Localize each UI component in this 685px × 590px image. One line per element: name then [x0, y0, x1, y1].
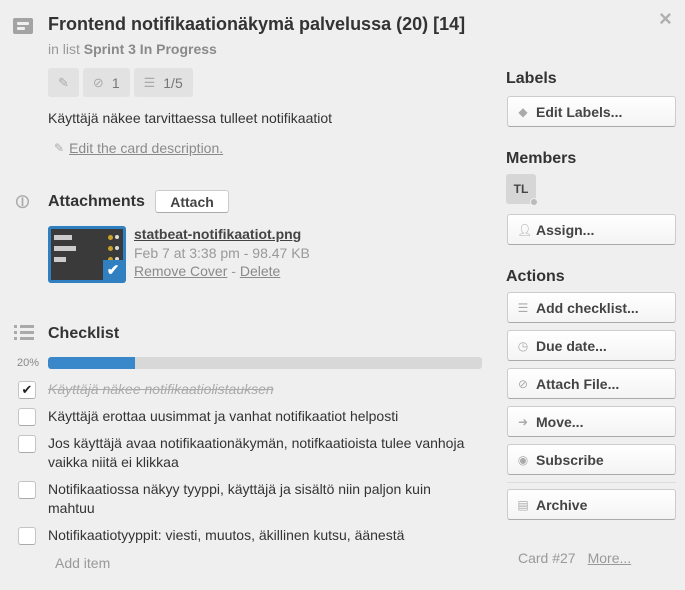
card-footer: Card #27 More...	[518, 550, 631, 566]
more-link[interactable]: More...	[588, 550, 632, 566]
thumb-dot	[115, 235, 119, 239]
checklist-item-text[interactable]: Jos käyttäjä avaa notifikaationäkymän, n…	[48, 434, 478, 472]
close-icon[interactable]: ×	[659, 6, 672, 32]
tag-icon: ◆	[518, 104, 528, 119]
checkmark-icon: ✔	[21, 382, 33, 397]
checklist-progress-bar	[48, 357, 482, 369]
due-date-button[interactable]: ◷ Due date...	[507, 330, 676, 361]
checklist-heading[interactable]: Checklist	[48, 325, 119, 343]
attachment-links: Remove Cover - Delete	[134, 263, 280, 279]
actions-heading: Actions	[506, 268, 565, 285]
subscribe-button[interactable]: ◉ Subscribe	[507, 444, 676, 475]
move-button[interactable]: ➜ Move...	[507, 406, 676, 437]
list-name[interactable]: Sprint 3 In Progress	[84, 41, 217, 57]
checklist-items: ✔ Käyttäjä näkee notifikaatiolistauksen …	[18, 380, 478, 553]
edit-labels-button[interactable]: ◆ Edit Labels...	[507, 96, 676, 127]
pencil-icon: ✎	[58, 74, 69, 90]
cover-check-icon: ✔	[103, 260, 123, 280]
thumb-dot	[115, 246, 119, 250]
assign-label: Assign...	[536, 221, 595, 238]
badge-checklist-count: 1/5	[163, 74, 183, 91]
attachment-filename[interactable]: statbeat-notifikaatiot.png	[134, 226, 301, 242]
checklist-item: ✔ Käyttäjä näkee notifikaatiolistauksen	[18, 380, 478, 399]
thumb-row	[54, 246, 76, 251]
add-checklist-label: Add checklist...	[536, 299, 639, 316]
archive-button[interactable]: ▤ Archive	[507, 489, 676, 520]
badges: ✎ ⊘ 1 ☰ 1/5	[48, 68, 193, 97]
avatar-initials: TL	[513, 182, 529, 196]
arrow-right-icon: ➜	[517, 414, 529, 429]
status-dot-icon	[530, 198, 538, 206]
divider	[507, 482, 676, 483]
checklist-item-text[interactable]: Käyttäjä näkee notifikaatiolistauksen	[48, 380, 274, 399]
checklist-checkbox[interactable]	[18, 527, 36, 545]
checklist-icon: ☰	[517, 300, 529, 315]
thumb-dot	[108, 246, 113, 251]
checklist-progress-fill	[48, 357, 135, 369]
card-icon	[13, 18, 33, 34]
paperclip-icon: ⊘	[517, 376, 529, 391]
in-list-label: in list Sprint 3 In Progress	[48, 41, 217, 57]
checklist-icon: ☰	[143, 74, 156, 90]
link-separator: -	[227, 263, 240, 279]
add-checklist-button[interactable]: ☰ Add checklist...	[507, 292, 676, 323]
avatar[interactable]: TL	[506, 174, 538, 206]
assign-button[interactable]: 👤︎ Assign...	[507, 214, 676, 245]
checklist-icon	[14, 324, 34, 340]
checklist-checkbox[interactable]	[18, 435, 36, 453]
attachment-meta: Feb 7 at 3:38 pm - 98.47 KB	[134, 245, 310, 261]
attach-file-button[interactable]: ⊘ Attach File...	[507, 368, 676, 399]
card-description: Käyttäjä näkee tarvittaessa tulleet noti…	[48, 110, 333, 126]
badge-checklist: ☰ 1/5	[133, 68, 193, 97]
remove-cover-link[interactable]: Remove Cover	[134, 263, 227, 279]
thumbnail-image: ✔	[51, 229, 123, 280]
checklist-item-text[interactable]: Käyttäjä erottaa uusimmat ja vanhat noti…	[48, 407, 398, 426]
checklist-progress-label: 20%	[17, 357, 40, 369]
due-date-label: Due date...	[536, 337, 607, 354]
thumb-row	[54, 257, 66, 262]
archive-label: Archive	[536, 496, 588, 513]
badge-attachments-count: 1	[111, 74, 120, 91]
badge-attachments: ⊘ 1	[82, 68, 130, 97]
checklist-item-text[interactable]: Notifikaatiossa näkyy tyyppi, käyttäjä j…	[48, 480, 478, 518]
checklist-checkbox[interactable]: ✔	[18, 381, 36, 399]
person-icon: 👤︎	[517, 222, 533, 237]
delete-attachment-link[interactable]: Delete	[240, 263, 280, 279]
attach-file-label: Attach File...	[536, 375, 620, 392]
checklist-item-text[interactable]: Notifikaatiotyyppit: viesti, muutos, äki…	[48, 526, 404, 545]
checklist-checkbox[interactable]	[18, 481, 36, 499]
edit-labels-label: Edit Labels...	[536, 103, 623, 120]
move-label: Move...	[536, 413, 584, 430]
add-item-button[interactable]: Add item	[55, 555, 110, 571]
card-number: Card #27	[518, 550, 576, 566]
clock-icon: ◷	[517, 338, 529, 353]
archive-icon: ▤	[517, 497, 529, 512]
thumb-dot	[108, 235, 113, 240]
checklist-item: Notifikaatiossa näkyy tyyppi, käyttäjä j…	[18, 480, 478, 518]
checklist-item: Käyttäjä erottaa uusimmat ja vanhat noti…	[18, 407, 478, 426]
pencil-icon: ✎	[54, 141, 65, 155]
subscribe-label: Subscribe	[536, 451, 604, 468]
in-list-prefix: in list	[48, 41, 80, 57]
checklist-item: Jos käyttäjä avaa notifikaationäkymän, n…	[18, 434, 478, 472]
card-title[interactable]: Frontend notifikaationäkymä palvelussa (…	[48, 14, 465, 35]
paperclip-icon: ⊘	[9, 188, 37, 216]
labels-heading: Labels	[506, 70, 557, 87]
attachment-thumbnail[interactable]: ✔	[48, 226, 126, 283]
attachments-heading: Attachments	[48, 193, 145, 210]
paperclip-icon: ⊘	[92, 74, 104, 90]
members-heading: Members	[506, 150, 577, 167]
checklist-checkbox[interactable]	[18, 408, 36, 426]
attach-button[interactable]: Attach	[155, 190, 229, 213]
edit-description-link[interactable]: Edit the card description.	[69, 140, 223, 156]
checklist-item: Notifikaatiotyyppit: viesti, muutos, äki…	[18, 526, 478, 545]
badge-description: ✎	[48, 68, 79, 97]
eye-icon: ◉	[517, 452, 529, 467]
edit-description[interactable]: ✎ Edit the card description.	[54, 140, 223, 156]
thumb-row	[54, 235, 72, 240]
